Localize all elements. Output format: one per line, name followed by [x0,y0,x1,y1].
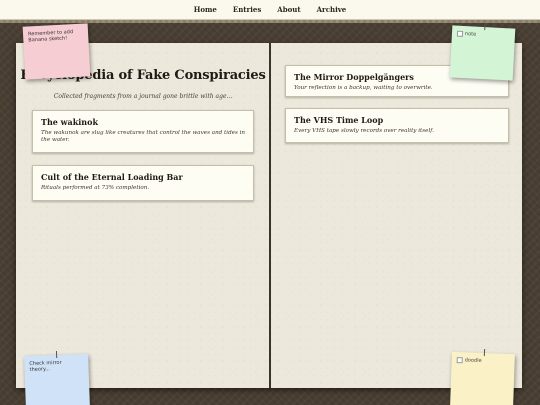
image-alt-text: note [464,31,477,38]
entry-title: Cult of the Eternal Loading Bar [41,172,183,182]
entry-card-vhs[interactable]: The VHS Time Loop Every VHS tape slowly … [285,108,509,143]
pin-icon [55,350,58,359]
entry-card-loading-bar[interactable]: Cult of the Eternal Loading Bar Rituals … [32,165,254,201]
pin-icon [483,349,485,357]
entry-card-wakinok[interactable]: The wakinok The wakunok are slug like cr… [32,110,254,153]
entry-title: The wakinok [41,117,98,127]
entry-description: Your reflection is a backup, waiting to … [294,85,433,91]
nav-archive-link[interactable]: Archive [317,5,347,14]
sticky-note-blue[interactable]: Check mirror theory... [24,350,90,405]
image-alt-text: doodle [464,357,482,364]
broken-image-icon: note [456,30,510,40]
journal-book: Encyclopedia of Fake Conspiracies Collec… [16,43,522,388]
nav-entries-link[interactable]: Entries [233,5,261,14]
nav-divider [0,20,540,23]
sticky-note-text: Remember to add Banana sketch! [27,29,74,44]
page-subtitle: Collected fragments from a journal gone … [53,93,233,100]
top-nav: Home Entries About Archive [0,0,540,20]
entry-title: The VHS Time Loop [294,115,384,125]
left-page: Encyclopedia of Fake Conspiracies Collec… [16,43,270,388]
entry-description: Rituals performed at 73% completion. [41,185,150,191]
entry-description: The wakunok are slug like creatures that… [41,130,246,144]
entry-description: Every VHS tape slowly records over reali… [294,128,434,134]
nav-home-link[interactable]: Home [194,5,217,14]
pin-icon [483,23,486,31]
sticky-note-green[interactable]: note [449,23,516,81]
right-page: The Mirror Doppelgängers Your reflection… [271,43,522,388]
sticky-note-yellow[interactable]: doodle [450,349,515,405]
broken-image-icon: doodle [456,357,510,365]
sticky-note-text: Check mirror theory... [29,359,62,373]
nav-about-link[interactable]: About [277,5,300,14]
sticky-note-pink[interactable]: Remember to add Banana sketch! [22,23,91,80]
